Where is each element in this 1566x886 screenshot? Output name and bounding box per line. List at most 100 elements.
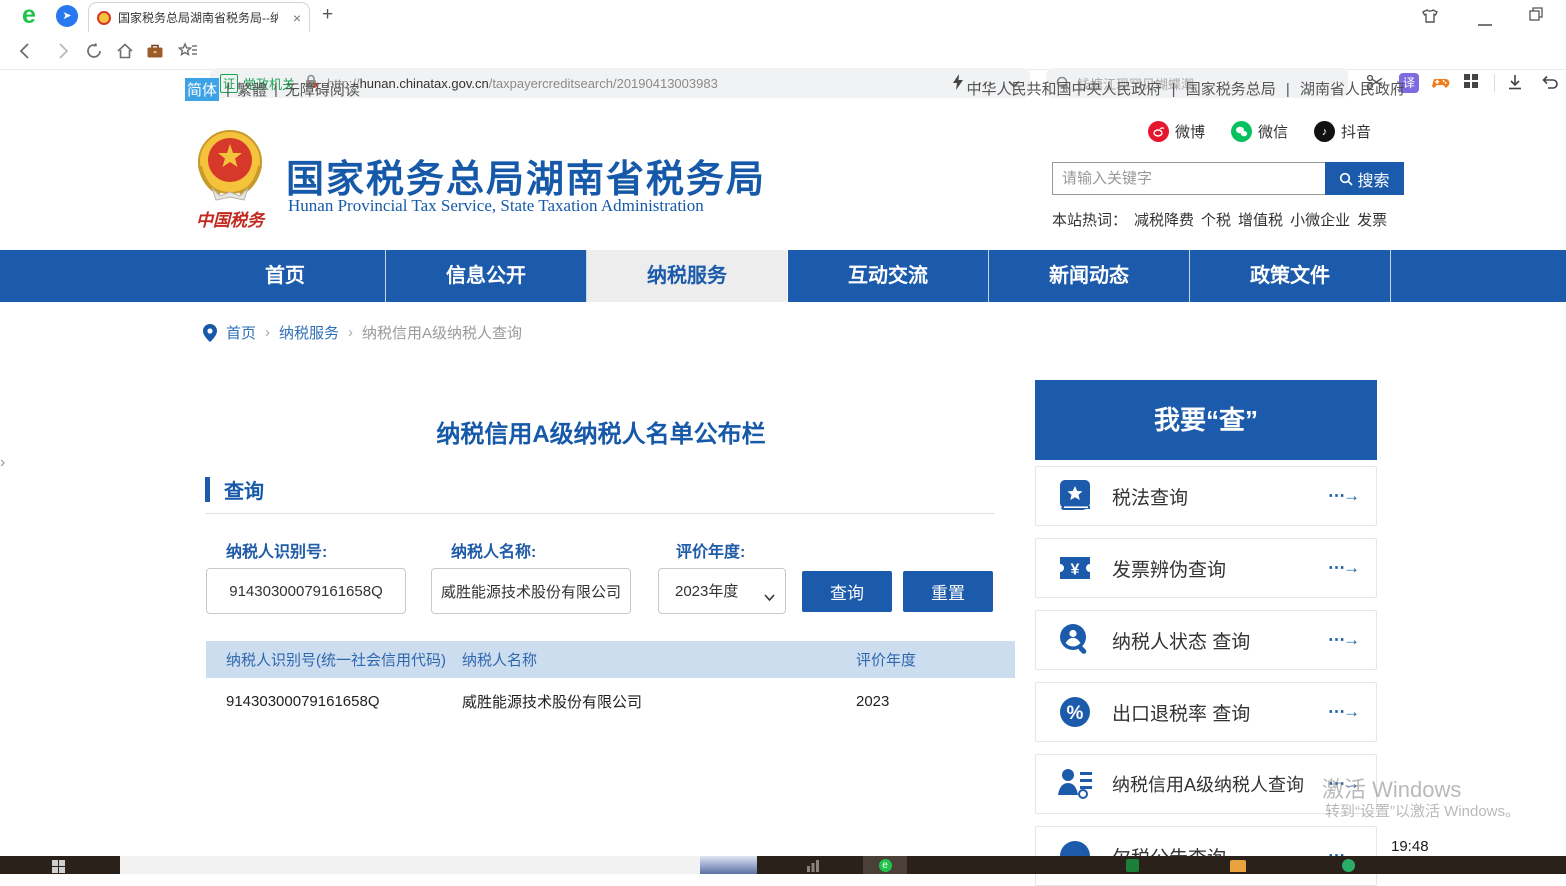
hot-words-label: 本站热词： xyxy=(1052,209,1127,230)
reset-button[interactable]: 重置 xyxy=(903,571,993,612)
browser-toolbar: 证 党政机关 ✕ http://hunan.chinatax.gov.cn/ta… xyxy=(0,32,1566,70)
douyin-link[interactable]: ♪ 抖音 xyxy=(1314,121,1371,142)
sidebar-item-label: 发票辨伪查询 xyxy=(1112,555,1226,582)
taxpayer-name-label: 纳税人名称: xyxy=(451,538,536,562)
screen: { "colors": { "accent_blue": "#1c5bab", … xyxy=(0,0,1566,874)
windows-taskbar: e xyxy=(0,856,1566,874)
sidebar-item-taxpayer-status[interactable]: 纳税人状态 查询 ⋯→ xyxy=(1035,610,1377,670)
briefcase-icon[interactable] xyxy=(145,41,165,61)
taskbar-search-box[interactable] xyxy=(120,856,757,874)
start-button-icon[interactable] xyxy=(52,860,65,873)
gov-links: 中华人民共和国中央人民政府 | 国家税务总局 | 湖南省人民政府 xyxy=(860,78,1405,99)
sidebar-item-label: 纳税人状态 查询 xyxy=(1112,627,1250,654)
douyin-icon: ♪ xyxy=(1314,121,1335,142)
taskbar-browser-icon-active[interactable]: e xyxy=(863,856,907,874)
sidebar-item-export-rebate[interactable]: % 出口退税率 查询 ⋯→ xyxy=(1035,682,1377,742)
weibo-link[interactable]: 微博 xyxy=(1148,121,1205,142)
nav-item-home[interactable]: 首页 xyxy=(185,250,386,302)
taskbar-app-icon[interactable] xyxy=(1126,856,1142,874)
games-icon[interactable] xyxy=(1430,73,1450,93)
tab-title: 国家税务总局湖南省税务局--纳 xyxy=(118,9,278,26)
gov-link-hunan[interactable]: 湖南省人民政府 xyxy=(1300,81,1405,98)
forward-icon[interactable] xyxy=(52,41,72,61)
nav-item-news[interactable]: 新闻动态 xyxy=(989,250,1190,302)
home-icon[interactable] xyxy=(115,41,135,61)
apps-grid-icon[interactable] xyxy=(1463,73,1483,93)
breadcrumb: 首页 › 纳税服务 › 纳税信用A级纳税人查询 xyxy=(203,322,522,343)
refresh-icon[interactable] xyxy=(84,41,104,61)
side-panel-handle[interactable]: › xyxy=(0,450,10,476)
breadcrumb-home[interactable]: 首页 xyxy=(226,322,256,343)
nav-item-interaction[interactable]: 互动交流 xyxy=(788,250,989,302)
sidebar-item-invoice-verify[interactable]: ¥ 发票辨伪查询 ⋯→ xyxy=(1035,538,1377,598)
eval-year-select[interactable]: 2023年度 xyxy=(659,569,785,613)
taskbar-folder-icon[interactable] xyxy=(1230,856,1248,874)
taxpayer-id-label: 纳税人识别号: xyxy=(226,538,327,562)
taskbar-clock: 19:48 xyxy=(1391,838,1429,855)
tab-close-icon[interactable]: × xyxy=(293,10,301,26)
section-accent-bar xyxy=(205,477,210,502)
cell-taxpayer-name: 威胜能源技术股份有限公司 xyxy=(462,691,856,712)
arrow-icon: ⋯→ xyxy=(1328,558,1358,578)
percent-icon: % xyxy=(1056,693,1094,731)
main-navigation: 首页 信息公开 纳税服务 互动交流 新闻动态 政策文件 xyxy=(0,250,1566,302)
skin-icon[interactable] xyxy=(1420,6,1440,31)
windows-activation-hint: 转到“设置”以激活 Windows。 xyxy=(1325,800,1520,821)
undo-icon[interactable] xyxy=(1540,73,1560,93)
taxpayer-id-input[interactable] xyxy=(206,568,406,614)
site-search-button[interactable]: 搜索 xyxy=(1325,162,1404,195)
taskbar-app-icon[interactable] xyxy=(806,856,822,874)
accessibility-link[interactable]: 无障碍阅读 xyxy=(285,79,360,100)
gov-link-central[interactable]: 中华人民共和国中央人民政府 xyxy=(966,81,1161,98)
search-highlight-image xyxy=(700,856,757,874)
browser-account-icon[interactable]: ➤ xyxy=(56,5,78,27)
hot-word[interactable]: 小微企业 xyxy=(1290,209,1350,230)
site-search-input[interactable] xyxy=(1052,162,1325,195)
arrow-icon: ⋯→ xyxy=(1328,702,1358,722)
divider: | xyxy=(274,81,278,98)
browser-logo-icon[interactable]: e xyxy=(16,2,42,28)
minimize-icon[interactable] xyxy=(1478,14,1492,32)
download-icon[interactable] xyxy=(1506,73,1526,93)
table-row[interactable]: 91430300079161658Q 威胜能源技术股份有限公司 2023 xyxy=(206,678,1015,724)
nav-item-info[interactable]: 信息公开 xyxy=(386,250,587,302)
social-links: 微博 微信 ♪ 抖音 xyxy=(1148,121,1371,142)
taskbar-wechat-icon[interactable] xyxy=(1342,856,1358,874)
search-icon xyxy=(1339,172,1353,186)
sidebar-item-label: 税法查询 xyxy=(1112,483,1188,510)
hot-words: 本站热词： 减税降费 个税 增值税 小微企业 发票 xyxy=(1052,209,1387,230)
tab-favicon xyxy=(97,11,111,25)
section-title: 查询 xyxy=(224,475,264,504)
sidebar-item-tax-law-query[interactable]: 税法查询 ⋯→ xyxy=(1035,466,1377,526)
query-button[interactable]: 查询 xyxy=(802,571,892,612)
hot-word[interactable]: 增值税 xyxy=(1238,209,1283,230)
back-icon[interactable] xyxy=(16,41,36,61)
col-header-name: 纳税人名称 xyxy=(462,649,856,670)
sidebar-title: 我要“查” xyxy=(1035,380,1377,460)
person-search-icon xyxy=(1056,621,1094,659)
restore-icon[interactable] xyxy=(1528,6,1544,27)
hot-word[interactable]: 发票 xyxy=(1357,209,1387,230)
new-tab-button[interactable]: + xyxy=(322,4,333,26)
wechat-link[interactable]: 微信 xyxy=(1231,121,1288,142)
wechat-label: 微信 xyxy=(1258,121,1288,142)
lang-simplified[interactable]: 简体 xyxy=(185,78,219,101)
nav-item-policy[interactable]: 政策文件 xyxy=(1190,250,1391,302)
breadcrumb-separator: › xyxy=(348,324,353,341)
taxpayer-name-input[interactable] xyxy=(431,568,631,614)
book-icon xyxy=(1056,477,1094,515)
hot-word[interactable]: 减税降费 xyxy=(1134,209,1194,230)
search-button-label: 搜索 xyxy=(1357,167,1389,191)
hot-word[interactable]: 个税 xyxy=(1201,209,1231,230)
favorites-icon[interactable] xyxy=(178,41,198,61)
col-header-id: 纳税人识别号(统一社会信用代码) xyxy=(206,649,462,670)
nav-item-tax-service[interactable]: 纳税服务 xyxy=(587,250,788,302)
breadcrumb-tax-service[interactable]: 纳税服务 xyxy=(279,322,339,343)
lang-traditional[interactable]: 繁體 xyxy=(237,79,267,100)
query-section-header: 查询 xyxy=(205,475,264,504)
weibo-label: 微博 xyxy=(1175,121,1205,142)
gov-link-sta[interactable]: 国家税务总局 xyxy=(1186,81,1276,98)
site-subtitle: Hunan Provincial Tax Service, State Taxa… xyxy=(288,196,704,216)
breadcrumb-current: 纳税信用A级纳税人查询 xyxy=(362,322,522,343)
browser-tab[interactable]: 国家税务总局湖南省税务局--纳 × xyxy=(88,2,310,32)
